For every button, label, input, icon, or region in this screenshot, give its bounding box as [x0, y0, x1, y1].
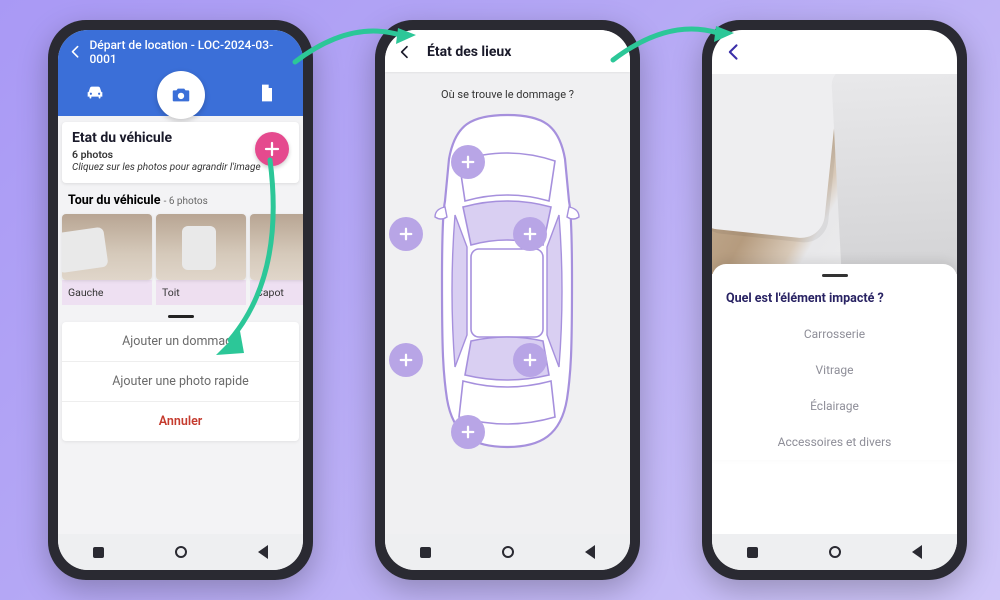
sheet-handle[interactable] — [822, 274, 848, 277]
android-navbar — [712, 534, 957, 570]
nav-overview-icon[interactable] — [747, 547, 758, 558]
vehicle-state-section: Etat du véhicule 6 photos Cliquez sur le… — [62, 122, 299, 183]
add-damage-button[interactable]: Ajouter un dommage — [62, 322, 299, 362]
nav-home-icon[interactable] — [829, 546, 841, 558]
car-tab-icon[interactable] — [84, 82, 106, 108]
nav-home-icon[interactable] — [502, 546, 514, 558]
thumbnail-label: Gauche — [62, 280, 152, 305]
thumbnail-image — [62, 214, 152, 280]
thumbnail-label: Capot — [250, 280, 303, 305]
cancel-button[interactable]: Annuler — [62, 402, 299, 441]
action-sheet: Ajouter un dommage Ajouter une photo rap… — [62, 322, 299, 441]
android-navbar — [58, 534, 303, 570]
nav-back-icon[interactable] — [912, 545, 922, 559]
plus-icon — [263, 140, 281, 158]
damage-question: Où se trouve le dommage ? — [385, 88, 630, 101]
phone-1-frame: Départ de location - LOC-2024-03-0001 Et… — [48, 20, 313, 580]
car-diagram — [385, 111, 630, 451]
nav-back-icon[interactable] — [258, 545, 268, 559]
damage-zone-rear[interactable] — [451, 415, 485, 449]
thumbnail[interactable]: Capot — [250, 214, 303, 305]
thumbnail[interactable]: Gauche — [62, 214, 152, 305]
camera-tab[interactable] — [157, 71, 205, 119]
bottom-sheet: Quel est l'élément impacté ? Carrosserie… — [712, 264, 957, 460]
tour-heading: Tour du véhicule - 6 photos — [68, 193, 303, 208]
nav-back-icon[interactable] — [585, 545, 595, 559]
damage-zone-rear-left[interactable] — [389, 343, 423, 377]
phone-2-frame: État des lieux Où se trouve le dommage ? — [375, 20, 640, 580]
back-icon[interactable] — [397, 44, 413, 60]
thumbnail-row[interactable]: Gauche Toit Capot — [58, 208, 303, 305]
phone-1-screen: Départ de location - LOC-2024-03-0001 Et… — [58, 30, 303, 570]
damage-zone-front-right[interactable] — [513, 217, 547, 251]
nav-overview-icon[interactable] — [93, 547, 104, 558]
back-icon[interactable] — [68, 44, 83, 59]
thumbnail-image — [156, 214, 246, 280]
nav-home-icon[interactable] — [175, 546, 187, 558]
impacted-element-question: Quel est l'élément impacté ? — [712, 287, 957, 316]
thumbnail-image — [250, 214, 303, 280]
option-vitrage[interactable]: Vitrage — [712, 352, 957, 388]
phone-3-screen: Quel est l'élément impacté ? Carrosserie… — [712, 30, 957, 570]
topbar-title: Départ de location - LOC-2024-03-0001 — [89, 38, 293, 66]
option-eclairage[interactable]: Éclairage — [712, 388, 957, 424]
document-tab-icon[interactable] — [257, 83, 277, 107]
topbar: Départ de location - LOC-2024-03-0001 — [58, 30, 303, 74]
camera-icon — [170, 84, 192, 106]
car-outline — [425, 111, 590, 451]
option-carrosserie[interactable]: Carrosserie — [712, 316, 957, 352]
damage-zone-front[interactable] — [451, 145, 485, 179]
tab-bar — [58, 74, 303, 116]
add-quick-photo-button[interactable]: Ajouter une photo rapide — [62, 362, 299, 402]
damage-zone-front-left[interactable] — [389, 217, 423, 251]
header: État des lieux — [385, 30, 630, 72]
phone-2-screen: État des lieux Où se trouve le dommage ? — [385, 30, 630, 570]
add-button[interactable] — [255, 132, 289, 166]
option-accessoires[interactable]: Accessoires et divers — [712, 424, 957, 460]
back-icon[interactable] — [724, 42, 744, 62]
thumbnail-label: Toit — [156, 280, 246, 305]
header-title: État des lieux — [427, 44, 511, 60]
android-navbar — [385, 534, 630, 570]
section-instruction: Cliquez sur les photos pour agrandir l'i… — [72, 162, 289, 173]
nav-overview-icon[interactable] — [420, 547, 431, 558]
damage-zone-rear-right[interactable] — [513, 343, 547, 377]
sheet-handle[interactable] — [168, 315, 194, 318]
thumbnail[interactable]: Toit — [156, 214, 246, 305]
captured-photo — [712, 74, 957, 274]
phone-3-frame: Quel est l'élément impacté ? Carrosserie… — [702, 20, 967, 580]
header — [712, 30, 957, 74]
